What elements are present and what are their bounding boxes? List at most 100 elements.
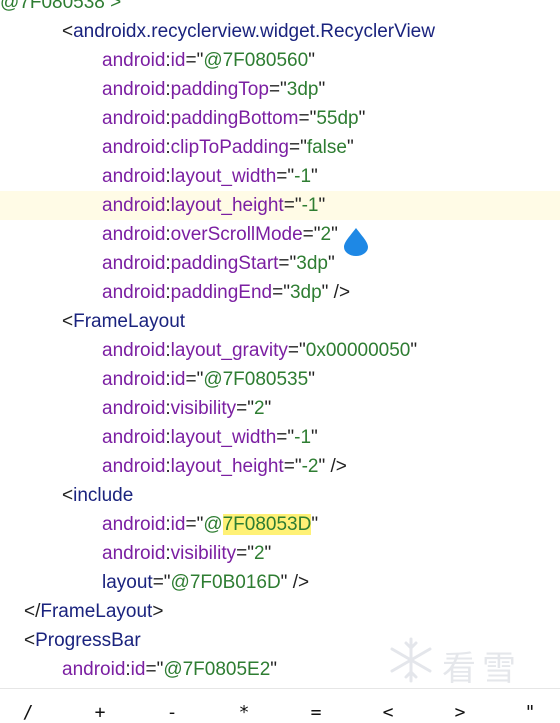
code-line[interactable]: android:layout_height="-1" <box>0 191 560 220</box>
code-token: 3dp <box>296 253 328 274</box>
code-token: overScrollMode <box>170 224 303 245</box>
code-token: =" <box>298 108 317 129</box>
code-token: =" <box>272 282 290 303</box>
code-token: layout_width <box>170 427 277 448</box>
code-editor[interactable]: @7F080538 > <androidx.recyclerview.widget… <box>0 0 560 684</box>
code-token: id <box>170 514 186 535</box>
code-token: android <box>102 50 166 71</box>
code-line[interactable]: android:id="@7F080560" <box>0 46 560 75</box>
symbol-key[interactable]: - <box>156 703 188 723</box>
code-token: visibility <box>170 543 237 564</box>
code-token: =" <box>145 659 164 680</box>
code-token: =" <box>288 137 307 158</box>
text-cursor-handle-icon[interactable] <box>342 226 370 256</box>
code-line[interactable]: android:paddingStart="3dp" <box>0 249 560 278</box>
code-line[interactable]: layout="@7F0B016D" /> <box>0 568 560 597</box>
watermark-text: 看雪 <box>442 649 522 689</box>
code-token: =" <box>185 514 204 535</box>
symbol-keyboard-bar: / + - * = < > " <box>0 688 560 723</box>
code-token: " <box>311 427 318 448</box>
code-token: android <box>62 659 126 680</box>
code-line[interactable]: android:visibility="2" <box>0 394 560 423</box>
code-token: ProgressBar <box>35 630 141 651</box>
symbol-key[interactable]: / <box>12 703 44 723</box>
symbol-key[interactable]: < <box>372 703 404 723</box>
symbol-key[interactable]: = <box>300 703 332 723</box>
code-line[interactable]: </FrameLayout> <box>0 597 560 626</box>
code-token: " <box>318 79 326 100</box>
code-token: =" <box>283 195 302 216</box>
code-token: " <box>331 224 338 245</box>
code-token: =" <box>276 166 295 187</box>
code-token: /> <box>325 456 347 477</box>
code-token: < <box>62 485 74 506</box>
code-token: =" <box>287 340 306 361</box>
code-token: </ <box>24 601 41 622</box>
code-line[interactable]: android:layout_width="-1" <box>0 423 560 452</box>
code-token: android <box>102 108 166 129</box>
code-token: FrameLayout <box>40 601 153 622</box>
code-token: " <box>264 543 272 564</box>
code-token: paddingTop <box>170 79 269 100</box>
code-token: 3dp <box>286 79 319 100</box>
code-line[interactable]: android:layout_gravity="0x00000050" <box>0 336 560 365</box>
code-line[interactable]: <FrameLayout <box>0 307 560 336</box>
code-line[interactable]: @7F080538 > <box>0 0 560 17</box>
code-token: android <box>102 398 166 419</box>
symbol-key[interactable]: > <box>444 703 476 723</box>
code-token: layout_height <box>170 195 284 216</box>
code-line[interactable]: android:clipToPadding="false" <box>0 133 560 162</box>
code-token: android <box>102 79 166 100</box>
code-token: 2 <box>253 543 265 564</box>
code-token: " <box>327 253 335 274</box>
code-line[interactable]: android:visibility="2" <box>0 539 560 568</box>
code-token: FrameLayout <box>73 311 186 332</box>
code-token: visibility <box>170 398 237 419</box>
code-line[interactable]: android:overScrollMode="2" <box>0 220 560 249</box>
code-token: < <box>62 311 74 332</box>
code-token: android <box>102 456 166 477</box>
code-line[interactable]: android:id="@7F080535" <box>0 365 560 394</box>
code-token: android <box>102 369 166 390</box>
code-token: android <box>102 195 166 216</box>
code-token: " <box>318 195 326 216</box>
code-token: paddingStart <box>170 253 279 274</box>
code-token: false <box>306 137 347 158</box>
code-token: 0x00000050 <box>305 340 411 361</box>
code-token: " <box>308 50 315 71</box>
code-token: " <box>410 340 418 361</box>
code-line[interactable]: android:paddingTop="3dp" <box>0 75 560 104</box>
code-line[interactable]: android:paddingBottom="55dp" <box>0 104 560 133</box>
code-token: layout_width <box>170 166 277 187</box>
symbol-key[interactable]: " <box>514 703 546 723</box>
code-line[interactable]: android:paddingEnd="3dp" /> <box>0 278 560 307</box>
code-token: android <box>102 543 166 564</box>
symbol-key[interactable]: * <box>228 703 260 723</box>
code-line[interactable]: <androidx.recyclerview.widget.RecyclerVi… <box>0 17 560 46</box>
code-token: @7F0805E2 <box>163 659 271 680</box>
code-token: paddingEnd <box>170 282 273 303</box>
code-token: android <box>102 224 166 245</box>
code-line[interactable]: android:id="@7F08053D" <box>0 510 560 539</box>
code-line[interactable]: <include <box>0 481 560 510</box>
code-token: @ <box>203 514 223 535</box>
code-token: 55dp <box>316 108 359 129</box>
code-line[interactable]: android:layout_height="-2" /> <box>0 452 560 481</box>
code-token: " <box>311 514 319 535</box>
code-token: 3dp <box>289 282 322 303</box>
code-token: @7F080535 <box>203 369 309 390</box>
code-token: android <box>102 166 166 187</box>
code-token: layout_height <box>170 456 284 477</box>
code-token: < <box>62 21 74 42</box>
code-token: " <box>308 369 315 390</box>
code-token: =" <box>278 253 297 274</box>
code-token: clipToPadding <box>170 137 289 158</box>
code-token: =" <box>276 427 295 448</box>
code-token: paddingBottom <box>170 108 299 129</box>
symbol-key[interactable]: + <box>84 703 116 723</box>
code-token: =" <box>185 50 204 71</box>
code-token: =" <box>185 369 204 390</box>
code-token: =" <box>152 572 171 593</box>
code-line[interactable]: android:layout_width="-1" <box>0 162 560 191</box>
code-token: =" <box>236 398 254 419</box>
